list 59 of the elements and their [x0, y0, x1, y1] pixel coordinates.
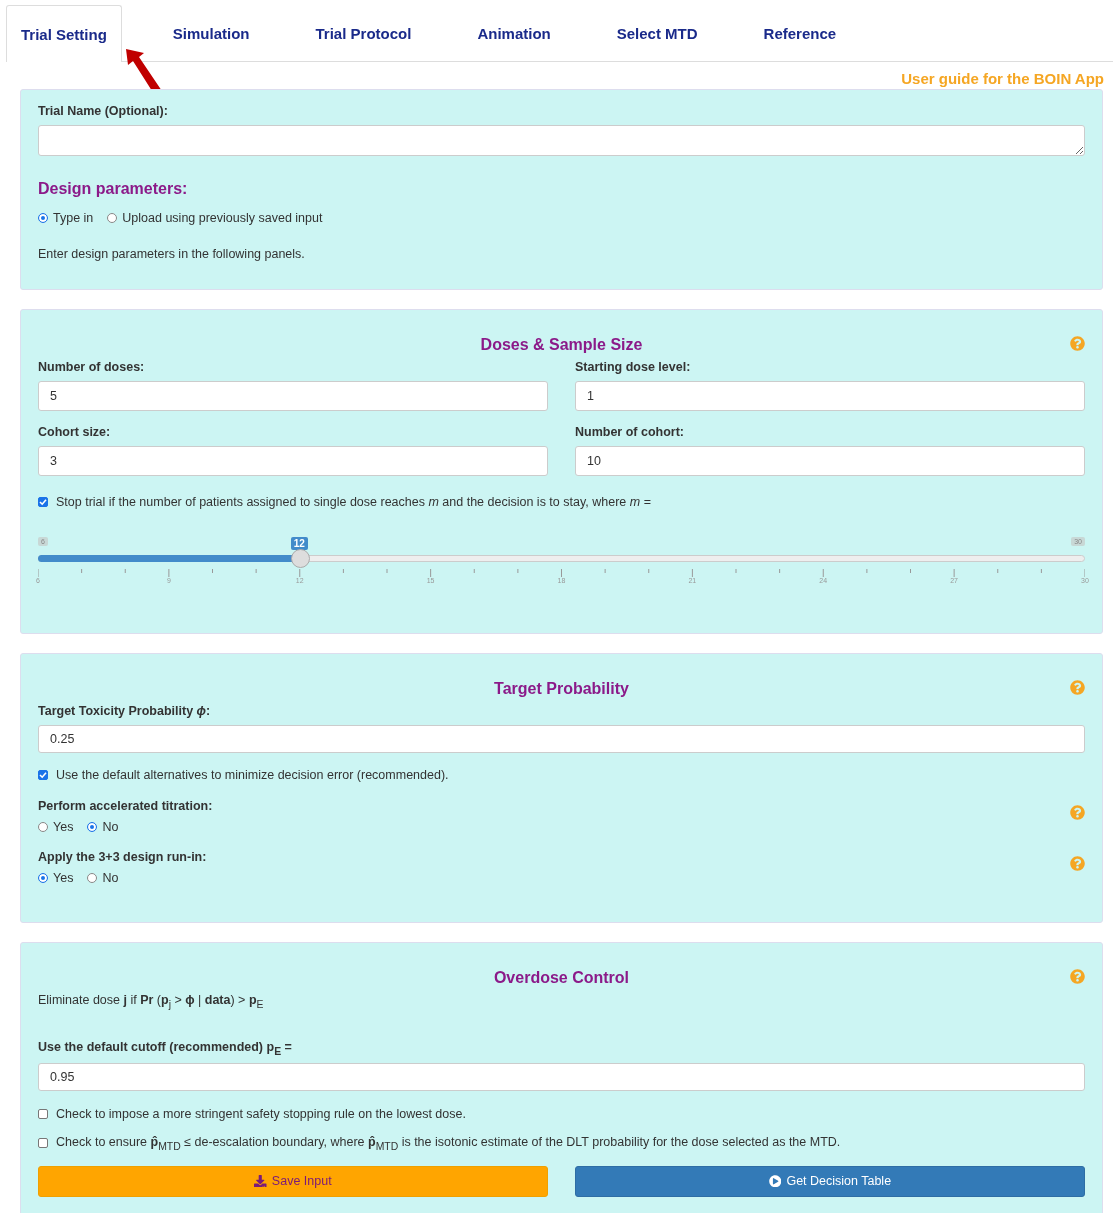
tab[interactable]: Animation — [462, 4, 566, 61]
option-label: No — [102, 871, 119, 885]
slider-thumb[interactable] — [290, 549, 310, 568]
help-icon[interactable] — [1070, 805, 1085, 820]
slider[interactable] — [38, 549, 1085, 569]
checkbox[interactable] — [38, 497, 48, 507]
panel-title: Doses & Sample Size — [480, 336, 643, 354]
question-label: Apply the 3+3 design run-in: — [38, 850, 207, 864]
field-label: Cohort size: — [38, 425, 111, 439]
help-icon[interactable] — [1070, 969, 1085, 984]
option-label: Type in — [53, 211, 94, 225]
tab[interactable]: Simulation — [157, 4, 265, 61]
help-icon[interactable] — [1070, 680, 1085, 695]
section-title: Design parameters: — [38, 180, 189, 198]
field-label: Target Toxicity Probability ϕ: — [38, 704, 211, 718]
option-label: Stop trial if the number of patients assigned to single dose reaches m and the decision is to stay, where m = — [56, 495, 651, 509]
option-label: Yes — [53, 871, 74, 885]
slider-value-label: 12 — [290, 537, 308, 550]
field-label: Starting dose level: — [575, 360, 691, 374]
field-label: Number of doses: — [38, 360, 145, 374]
tab[interactable]: Reference — [748, 4, 852, 61]
help-icon[interactable] — [1070, 336, 1085, 351]
radio-button[interactable] — [107, 213, 118, 223]
tab[interactable]: Select MTD — [601, 4, 713, 61]
note-text: Enter design parameters in the following panels. — [38, 247, 305, 261]
radio-button[interactable] — [38, 213, 48, 223]
panel-title: Target Probability — [494, 680, 629, 698]
question-label: Perform accelerated titration: — [38, 799, 213, 813]
panel-title: Overdose Control — [493, 969, 630, 987]
radio-button[interactable] — [87, 873, 98, 883]
cutoff-field[interactable]: 0.95 — [38, 1063, 1085, 1091]
download-icon — [254, 1174, 267, 1188]
field-label: Use the default cutoff (recommended) p$_{E}$ = — [38, 1039, 292, 1056]
number-field[interactable]: 10 — [575, 446, 1085, 476]
trial-name-field[interactable] — [38, 125, 1085, 156]
checkbox[interactable] — [38, 1109, 48, 1119]
field-label: Trial Name (Optional): — [38, 104, 168, 118]
radio-button[interactable] — [38, 822, 48, 832]
play-icon — [768, 1174, 782, 1188]
tab[interactable]: Trial Protocol — [300, 4, 427, 61]
option-label: Yes — [53, 820, 74, 834]
checkbox[interactable] — [38, 1138, 48, 1149]
option-label: Check to impose a more stringent safety stopping rule on the lowest dose. — [56, 1107, 466, 1121]
number-field[interactable]: 5 — [38, 381, 548, 411]
radio-button[interactable] — [38, 873, 48, 883]
option-label: No — [102, 820, 119, 834]
radio-button[interactable] — [87, 822, 98, 832]
help-icon[interactable] — [1070, 856, 1085, 871]
field-label: Number of cohort: — [575, 425, 685, 439]
option-label: Upload using previously saved input — [122, 211, 323, 225]
tab[interactable]: Trial Setting — [6, 5, 122, 62]
checkbox[interactable] — [38, 770, 48, 780]
option-label: Use the default alternatives to minimize decision error (recommended). — [56, 768, 449, 782]
option-label: Check to ensure p̂$_{MTD}$ ≤ de-escalation boundary, where p̂$_{MTD}$ is the isotonic estimate of the DLT probability for the dose selected as the MTD. — [56, 1135, 841, 1152]
save-button[interactable]: Save Input — [38, 1165, 548, 1197]
number-field[interactable]: 1 — [575, 381, 1085, 411]
decision-table-button[interactable]: Get Decision Table — [575, 1165, 1085, 1197]
probability-field[interactable]: 0.25 — [38, 725, 1085, 753]
number-field[interactable]: 3 — [38, 446, 548, 476]
